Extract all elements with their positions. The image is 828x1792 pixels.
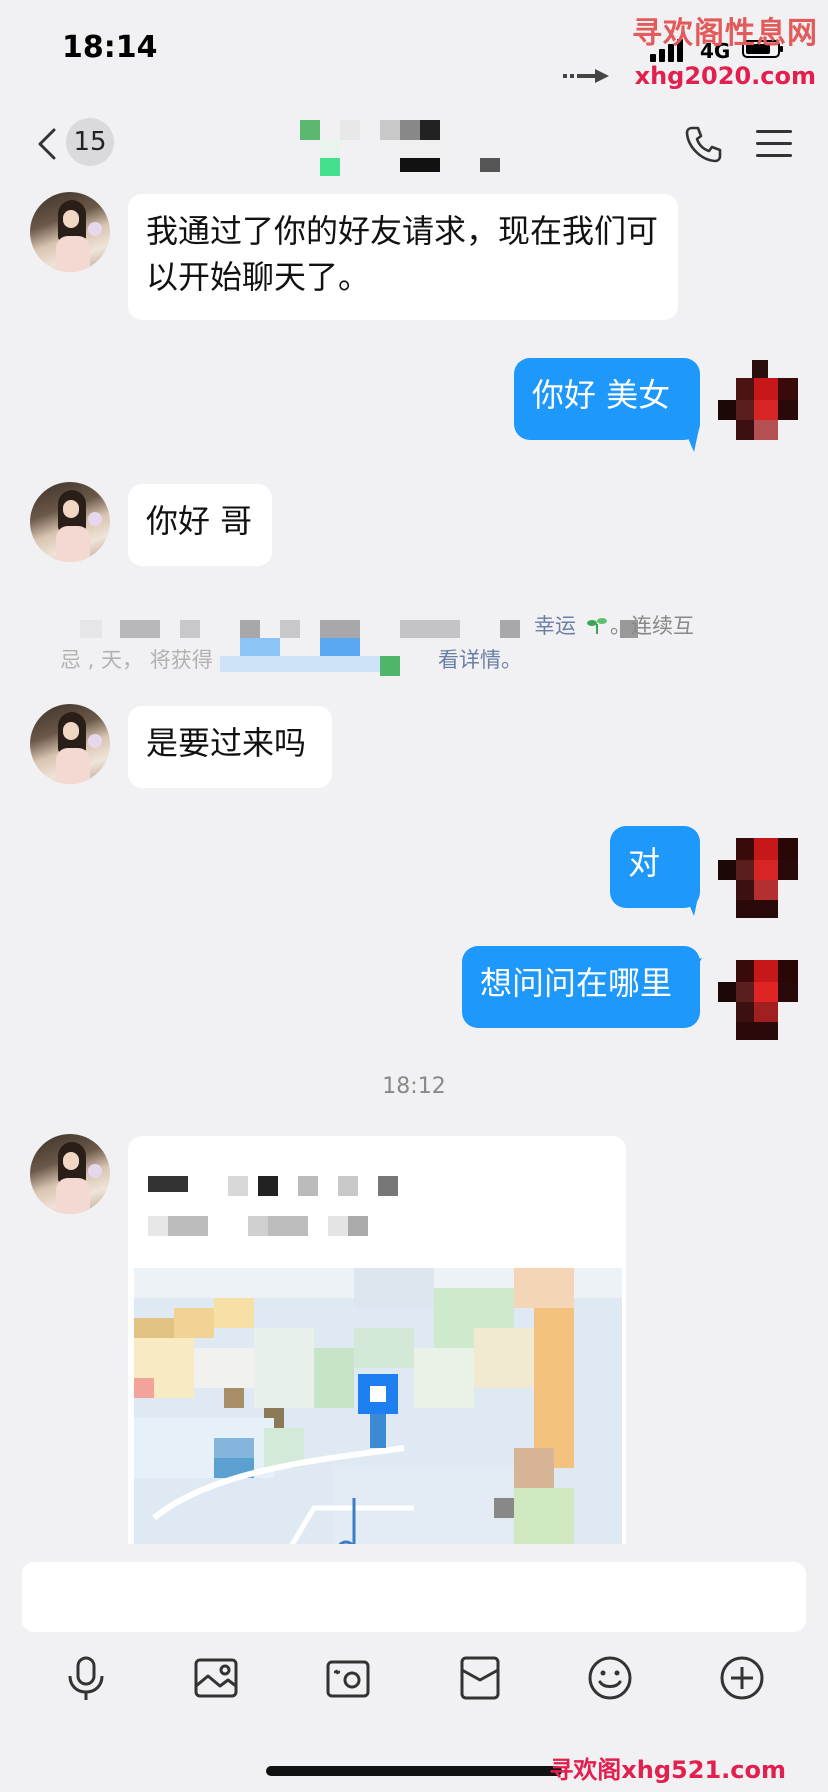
continue-text: 。连续互 [610,614,694,638]
contact-avatar[interactable] [30,192,110,272]
detail-link[interactable]: 看详情。 [438,644,522,674]
notice-prefix: 忌 , 天， 将获得 [60,648,213,672]
menu-icon[interactable] [754,124,794,164]
message-timestamp: 18:12 [382,1074,446,1099]
message-input[interactable] [22,1562,806,1632]
message-bubble-in[interactable]: 是要过来吗 [128,706,332,788]
map-pixelated [134,1268,622,1556]
message-bubble-out[interactable]: 想问问在哪里 [462,946,700,1028]
message-bubble-in[interactable]: 我通过了你的好友请求，现在我们可以开始聊天了。 [128,194,678,320]
my-avatar-pixelated[interactable] [718,838,800,920]
my-avatar-pixelated[interactable] [718,360,800,442]
bubble-tail [684,958,702,986]
location-map[interactable] [134,1268,622,1556]
status-bar: 18:14 4G 寻欢阁性息网 xhg2020.com [0,0,828,100]
image-icon[interactable] [190,1652,242,1704]
chevron-left-icon [38,128,56,160]
chat-area[interactable]: 我通过了你的好友请求，现在我们可以开始聊天了。 你好 美女 你好 哥 幸运 。连… [0,184,828,1556]
sprout-icon [587,618,607,634]
bubble-tail [682,424,700,452]
my-avatar-pixelated[interactable] [718,960,800,1042]
plus-icon[interactable] [716,1652,768,1704]
contact-name-pixelated [300,120,500,176]
back-button[interactable]: 15 [30,118,130,168]
message-bubble-in[interactable]: 你好 哥 [128,484,272,566]
unread-badge: 15 [66,118,114,166]
watermark-bottom: 寻欢阁xhg521.com [549,1756,786,1784]
arrow-icon [563,69,609,83]
camera-icon[interactable] [322,1652,374,1704]
nav-bar: 15 [0,100,828,184]
contact-avatar[interactable] [30,704,110,784]
home-indicator[interactable] [266,1766,562,1776]
message-bubble-out[interactable]: 你好 美女 [514,358,700,440]
system-notice: 幸运 。连续互 忌 , 天， 将获得 看详情。 [60,602,760,698]
watermark-title: 寻欢阁性息网 [632,16,818,51]
location-title-pixelated [148,1166,588,1256]
phone-icon[interactable] [684,124,724,164]
bubble-tail [682,888,700,916]
contact-avatar[interactable] [30,1134,110,1214]
mic-icon[interactable] [60,1652,112,1704]
emoji-icon[interactable] [584,1652,636,1704]
input-area: 寻欢阁xhg521.com [0,1544,828,1792]
status-time: 18:14 [62,30,158,65]
location-card[interactable] [128,1136,626,1556]
contact-avatar[interactable] [30,482,110,562]
red-packet-icon[interactable] [454,1652,506,1704]
watermark-url: xhg2020.com [634,62,816,90]
lucky-label: 幸运 [534,614,576,638]
